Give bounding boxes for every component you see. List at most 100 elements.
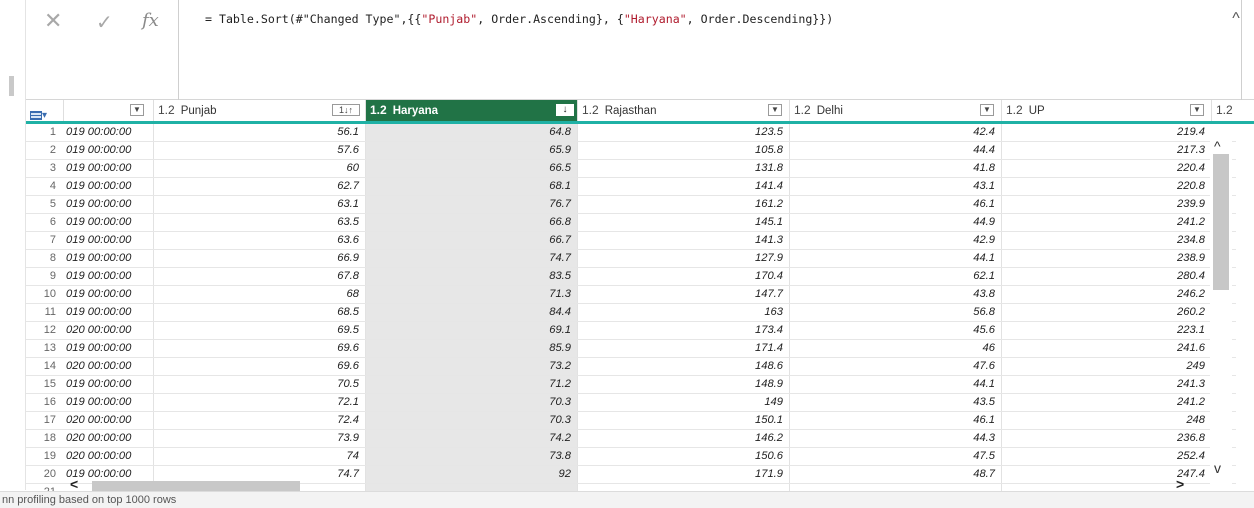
cell-date[interactable]: 019 00:00:00: [64, 286, 154, 303]
row-number[interactable]: 20: [26, 466, 62, 483]
cell-up[interactable]: 241.2: [1002, 214, 1212, 231]
cell-date[interactable]: 019 00:00:00: [64, 250, 154, 267]
cell-punjab[interactable]: 68: [154, 286, 366, 303]
cell-delhi[interactable]: 62.1: [790, 268, 1002, 285]
cell-rajasthan[interactable]: 161.2: [578, 196, 790, 213]
row-number[interactable]: 6: [26, 214, 62, 231]
cell-up[interactable]: 241.3: [1002, 376, 1212, 393]
table-row[interactable]: 14 020 00:00:00 69.6 73.2 148.6 47.6 249: [26, 358, 1236, 376]
table-row[interactable]: 7 019 00:00:00 63.6 66.7 141.3 42.9 234.8: [26, 232, 1236, 250]
cell-rajasthan[interactable]: 148.9: [578, 376, 790, 393]
cell-rajasthan[interactable]: 149: [578, 394, 790, 411]
cell-delhi[interactable]: 46.1: [790, 196, 1002, 213]
cell-rajasthan[interactable]: 150.6: [578, 448, 790, 465]
cell-date[interactable]: 020 00:00:00: [64, 358, 154, 375]
cell-date[interactable]: 019 00:00:00: [64, 394, 154, 411]
cell-rajasthan[interactable]: 173.4: [578, 322, 790, 339]
formula-text[interactable]: = Table.Sort(#"Changed Type",{{"Punjab",…: [205, 12, 833, 26]
cell-date[interactable]: 019 00:00:00: [64, 304, 154, 321]
row-number[interactable]: 3: [26, 160, 62, 177]
cell-up[interactable]: 238.9: [1002, 250, 1212, 267]
cell-date[interactable]: 019 00:00:00: [64, 178, 154, 195]
filter-dropdown-icon[interactable]: ▼: [130, 104, 144, 116]
row-number[interactable]: 14: [26, 358, 62, 375]
cell-rajasthan[interactable]: 147.7: [578, 286, 790, 303]
column-header-rajasthan[interactable]: 1.2 Rajasthan ▼: [578, 100, 790, 121]
cell-haryana[interactable]: 66.5: [366, 160, 578, 177]
column-header-haryana[interactable]: 1.2 Haryana ↓: [366, 100, 578, 121]
table-row[interactable]: 11 019 00:00:00 68.5 84.4 163 56.8 260.2: [26, 304, 1236, 322]
cell-haryana[interactable]: 73.8: [366, 448, 578, 465]
scroll-right-icon[interactable]: >: [1176, 476, 1184, 491]
fx-icon[interactable]: fx: [142, 10, 159, 31]
cell-punjab[interactable]: 69.5: [154, 322, 366, 339]
sort-descending-icon[interactable]: ↓: [556, 104, 574, 116]
cell-haryana[interactable]: 84.4: [366, 304, 578, 321]
cell-up[interactable]: 248: [1002, 412, 1212, 429]
cell-date[interactable]: 019 00:00:00: [64, 196, 154, 213]
cell-delhi[interactable]: 44.1: [790, 376, 1002, 393]
table-row[interactable]: 18 020 00:00:00 73.9 74.2 146.2 44.3 236.8: [26, 430, 1236, 448]
cell-up[interactable]: 220.8: [1002, 178, 1212, 195]
cell-punjab[interactable]: 70.5: [154, 376, 366, 393]
commit-icon[interactable]: ✓: [96, 10, 113, 35]
cell-rajasthan[interactable]: 163: [578, 304, 790, 321]
cell-punjab[interactable]: 62.7: [154, 178, 366, 195]
type-icon[interactable]: 1.2: [1216, 103, 1233, 117]
row-number[interactable]: 12: [26, 322, 62, 339]
cell-date[interactable]: 019 00:00:00: [64, 142, 154, 159]
cell-delhi[interactable]: 56.8: [790, 304, 1002, 321]
type-icon[interactable]: 1.2: [158, 103, 175, 117]
row-number[interactable]: 7: [26, 232, 62, 249]
cell-date[interactable]: 019 00:00:00: [64, 124, 154, 141]
table-row[interactable]: 16 019 00:00:00 72.1 70.3 149 43.5 241.2: [26, 394, 1236, 412]
cell-haryana[interactable]: 73.2: [366, 358, 578, 375]
cell-date[interactable]: 019 00:00:00: [64, 268, 154, 285]
cell-delhi[interactable]: 44.3: [790, 430, 1002, 447]
cell-delhi[interactable]: 43.1: [790, 178, 1002, 195]
cell-rajasthan[interactable]: 131.8: [578, 160, 790, 177]
cell-haryana[interactable]: 74.7: [366, 250, 578, 267]
cell-delhi[interactable]: 47.5: [790, 448, 1002, 465]
row-number[interactable]: 21: [26, 484, 62, 491]
column-header-up[interactable]: 1.2 UP ▼: [1002, 100, 1212, 121]
table-row[interactable]: 8 019 00:00:00 66.9 74.7 127.9 44.1 238.9: [26, 250, 1236, 268]
scroll-down-icon[interactable]: v: [1214, 460, 1221, 476]
type-icon[interactable]: 1.2: [1006, 103, 1023, 117]
cell-punjab[interactable]: 56.1: [154, 124, 366, 141]
row-number[interactable]: 18: [26, 430, 62, 447]
type-icon[interactable]: 1.2: [370, 103, 387, 117]
sort-ascending-icon[interactable]: 1↓↑: [332, 104, 360, 116]
cell-up[interactable]: 236.8: [1002, 430, 1212, 447]
collapse-formula-icon[interactable]: ^: [1226, 10, 1246, 28]
cell-delhi[interactable]: 43.5: [790, 394, 1002, 411]
cell-date[interactable]: 019 00:00:00: [64, 340, 154, 357]
cell-punjab[interactable]: 63.6: [154, 232, 366, 249]
table-row[interactable]: 19 020 00:00:00 74 73.8 150.6 47.5 252.4: [26, 448, 1236, 466]
cell-rajasthan[interactable]: 150.1: [578, 412, 790, 429]
table-row[interactable]: 10 019 00:00:00 68 71.3 147.7 43.8 246.2: [26, 286, 1236, 304]
cell-up[interactable]: 252.4: [1002, 448, 1212, 465]
row-number[interactable]: 9: [26, 268, 62, 285]
row-number[interactable]: 10: [26, 286, 62, 303]
gutter-handle[interactable]: [9, 76, 14, 96]
row-number[interactable]: 17: [26, 412, 62, 429]
cell-haryana[interactable]: 69.1: [366, 322, 578, 339]
cell-delhi[interactable]: 44.1: [790, 250, 1002, 267]
horizontal-scroll-thumb[interactable]: [92, 481, 300, 491]
cell-rajasthan[interactable]: 171.4: [578, 340, 790, 357]
cell-up[interactable]: 220.4: [1002, 160, 1212, 177]
table-row[interactable]: 4 019 00:00:00 62.7 68.1 141.4 43.1 220.8: [26, 178, 1236, 196]
row-number[interactable]: 16: [26, 394, 62, 411]
row-number[interactable]: 13: [26, 340, 62, 357]
cell-up[interactable]: 241.2: [1002, 394, 1212, 411]
cell-up[interactable]: 241.6: [1002, 340, 1212, 357]
cell-delhi[interactable]: 45.6: [790, 322, 1002, 339]
row-number[interactable]: 5: [26, 196, 62, 213]
table-row[interactable]: 5 019 00:00:00 63.1 76.7 161.2 46.1 239.9: [26, 196, 1236, 214]
row-number[interactable]: 2: [26, 142, 62, 159]
cell-date[interactable]: 020 00:00:00: [64, 322, 154, 339]
cell-rajasthan[interactable]: 170.4: [578, 268, 790, 285]
cell-delhi[interactable]: 44.4: [790, 142, 1002, 159]
filter-dropdown-icon[interactable]: ▼: [1190, 104, 1204, 116]
